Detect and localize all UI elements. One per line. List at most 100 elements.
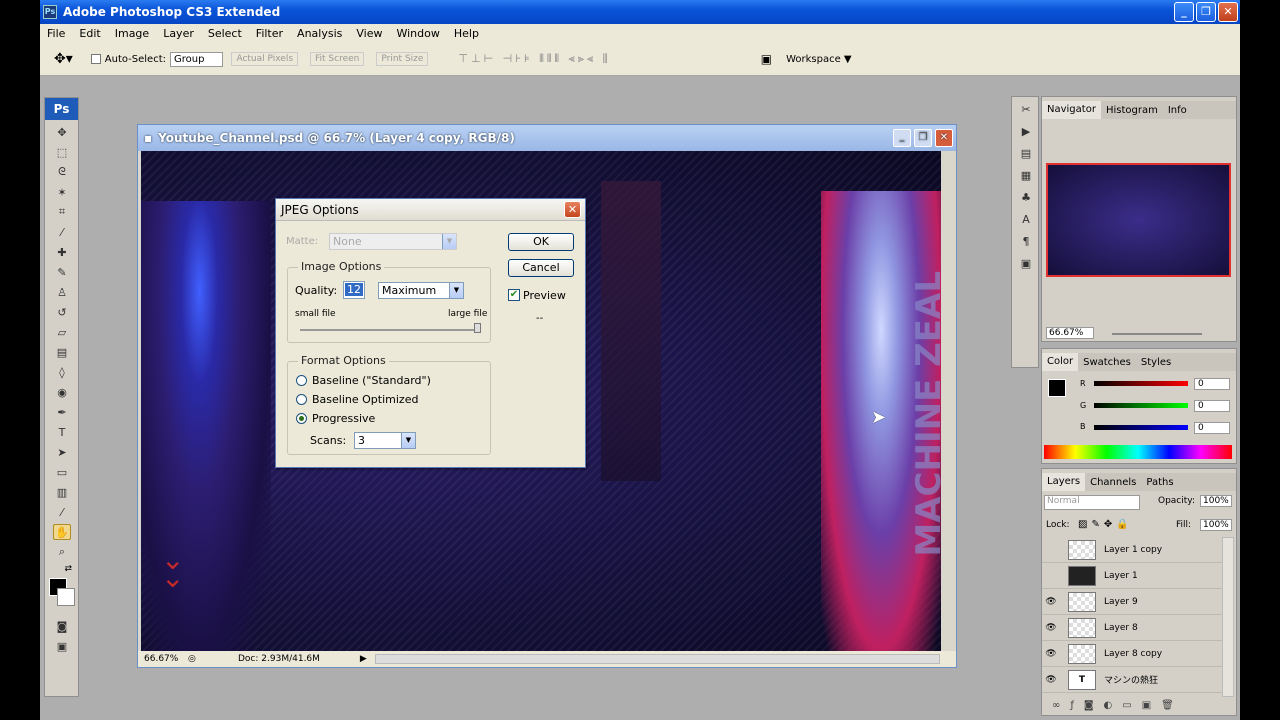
- clone-stamp-icon[interactable]: ♙: [53, 284, 71, 300]
- tab-swatches[interactable]: Swatches: [1078, 357, 1136, 368]
- quality-slider-track[interactable]: [300, 329, 480, 331]
- baseline-standard-radio[interactable]: Baseline ("Standard"): [296, 374, 431, 387]
- progressive-radio[interactable]: Progressive: [296, 412, 375, 425]
- navigator-zoom[interactable]: 66.67%: [1046, 327, 1094, 339]
- preview-checkbox[interactable]: ✔: [508, 289, 520, 301]
- zoom-readout[interactable]: 66.67%: [138, 654, 188, 664]
- gradient-tool-icon[interactable]: ▤: [53, 344, 71, 360]
- r-slider[interactable]: [1094, 381, 1188, 386]
- fill-value[interactable]: 100%: [1200, 519, 1232, 531]
- menu-select[interactable]: Select: [201, 27, 249, 40]
- path-select-icon[interactable]: ➤: [53, 444, 71, 460]
- opacity-value[interactable]: 100%: [1200, 495, 1232, 507]
- layers-scrollbar[interactable]: [1222, 537, 1234, 697]
- magic-wand-icon[interactable]: ✶: [53, 184, 71, 200]
- quality-input[interactable]: 12: [343, 281, 365, 299]
- menu-edit[interactable]: Edit: [72, 27, 107, 40]
- move-tool-icon[interactable]: ✥▾: [54, 51, 73, 67]
- status-icon[interactable]: ◎: [188, 654, 202, 664]
- quality-slider-thumb[interactable]: [474, 323, 481, 333]
- history-icon[interactable]: ▤: [1016, 147, 1036, 163]
- minimize-button[interactable]: _: [1174, 2, 1194, 22]
- doc-minimize-button[interactable]: _: [893, 129, 911, 147]
- cancel-button[interactable]: Cancel: [508, 259, 574, 277]
- tab-channels[interactable]: Channels: [1085, 477, 1141, 488]
- tool-presets-icon[interactable]: ✂: [1016, 103, 1036, 119]
- align-icons[interactable]: ⊤⊥⊢ ⊣⊦⊧ ⫴⫴⫴ ⫷⫸⫷ ⫼: [458, 52, 610, 66]
- marquee-tool-icon[interactable]: ⬚: [53, 144, 71, 160]
- scans-select[interactable]: 3 ▼: [354, 432, 416, 449]
- actual-pixels-button[interactable]: Actual Pixels: [231, 52, 299, 66]
- eye-icon[interactable]: 👁: [1042, 597, 1060, 607]
- menu-file[interactable]: File: [40, 27, 72, 40]
- dodge-tool-icon[interactable]: ◉: [53, 384, 71, 400]
- baseline-optimized-radio[interactable]: Baseline Optimized: [296, 393, 418, 406]
- tab-color[interactable]: Color: [1042, 353, 1079, 371]
- swap-colors-icon[interactable]: ⇄: [45, 564, 78, 578]
- color-spectrum-bar[interactable]: [1044, 445, 1232, 459]
- layer-row[interactable]: Layer 1 copy: [1042, 537, 1222, 563]
- zoom-tool-icon[interactable]: ⌕: [53, 544, 71, 560]
- blend-mode-select[interactable]: Normal: [1044, 495, 1140, 510]
- doc-maximize-button[interactable]: ❐: [914, 129, 932, 147]
- g-slider[interactable]: [1094, 403, 1188, 408]
- eye-icon[interactable]: 👁: [1042, 675, 1060, 685]
- shape-tool-icon[interactable]: ▭: [53, 464, 71, 480]
- screen-mode-icon[interactable]: ▣: [53, 638, 71, 654]
- menu-help[interactable]: Help: [447, 27, 486, 40]
- print-size-button[interactable]: Print Size: [376, 52, 429, 66]
- horizontal-scrollbar[interactable]: [374, 654, 940, 664]
- tab-layers[interactable]: Layers: [1042, 473, 1086, 491]
- layer-row[interactable]: Layer 1: [1042, 563, 1222, 589]
- close-button[interactable]: ✕: [1218, 2, 1238, 22]
- character-icon[interactable]: A: [1016, 213, 1036, 229]
- crop-tool-icon[interactable]: ⌗: [53, 204, 71, 220]
- eraser-icon[interactable]: ▱: [53, 324, 71, 340]
- layer-comps-icon[interactable]: ▣: [1016, 257, 1036, 273]
- workspace-icon[interactable]: ▣: [761, 52, 772, 66]
- type-tool-icon[interactable]: T: [53, 424, 71, 440]
- notes-tool-icon[interactable]: ▥: [53, 484, 71, 500]
- lock-icons[interactable]: ▨✎✥🔒: [1078, 519, 1133, 530]
- eyedropper-icon[interactable]: ⁄: [53, 224, 71, 240]
- menu-window[interactable]: Window: [389, 27, 446, 40]
- r-value[interactable]: 0: [1194, 378, 1230, 390]
- layer-row[interactable]: 👁 T マシンの熱狂: [1042, 667, 1222, 693]
- color-foreground-swatch[interactable]: [1048, 379, 1066, 397]
- pen-tool-icon[interactable]: ✒: [53, 404, 71, 420]
- tab-navigator[interactable]: Navigator: [1042, 101, 1101, 119]
- blur-tool-icon[interactable]: ◊: [53, 364, 71, 380]
- dialog-close-button[interactable]: ✕: [564, 201, 581, 218]
- hand-tool-icon[interactable]: ✋: [53, 524, 71, 540]
- navigator-thumbnail[interactable]: [1046, 163, 1231, 277]
- tab-info[interactable]: Info: [1163, 105, 1192, 116]
- auto-select-checkbox[interactable]: [90, 54, 101, 64]
- actions-icon[interactable]: ▶: [1016, 125, 1036, 141]
- layer-row[interactable]: 👁 Layer 8 copy: [1042, 641, 1222, 667]
- menu-image[interactable]: Image: [108, 27, 156, 40]
- group-select[interactable]: Group: [170, 51, 224, 67]
- menu-view[interactable]: View: [349, 27, 389, 40]
- history-brush-icon[interactable]: ↺: [53, 304, 71, 320]
- eye-icon[interactable]: 👁: [1042, 623, 1060, 633]
- quality-preset-select[interactable]: Maximum ▼: [378, 282, 464, 299]
- quick-mask-icon[interactable]: ◙: [53, 618, 71, 634]
- doc-close-button[interactable]: ✕: [935, 129, 953, 147]
- layer-row[interactable]: 👁 Layer 9: [1042, 589, 1222, 615]
- eye-icon[interactable]: 👁: [1042, 649, 1060, 659]
- brushes-icon[interactable]: ▦: [1016, 169, 1036, 185]
- b-slider[interactable]: [1094, 425, 1188, 430]
- layer-row[interactable]: 👁 Layer 8: [1042, 615, 1222, 641]
- menu-filter[interactable]: Filter: [249, 27, 290, 40]
- menu-analysis[interactable]: Analysis: [290, 27, 349, 40]
- tab-histogram[interactable]: Histogram: [1101, 105, 1163, 116]
- navigator-zoom-slider[interactable]: [1112, 333, 1202, 335]
- paragraph-icon[interactable]: ¶: [1016, 235, 1036, 251]
- tab-styles[interactable]: Styles: [1136, 357, 1176, 368]
- lasso-tool-icon[interactable]: ᘓ: [53, 164, 71, 180]
- background-color-swatch[interactable]: [57, 588, 75, 606]
- b-value[interactable]: 0: [1194, 422, 1230, 434]
- status-arrow-icon[interactable]: ▶: [360, 654, 367, 664]
- g-value[interactable]: 0: [1194, 400, 1230, 412]
- clone-source-icon[interactable]: ♣: [1016, 191, 1036, 207]
